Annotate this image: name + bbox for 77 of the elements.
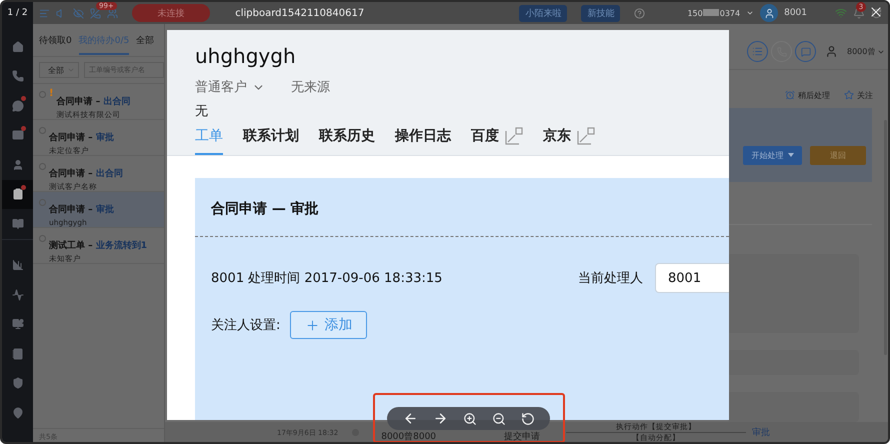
ticket-title: 合同申请 – 出合同 xyxy=(49,169,123,179)
rotate-icon xyxy=(520,412,534,426)
agent-select[interactable]: 8000曾 xyxy=(847,46,886,57)
detail-tab[interactable]: 京东 xyxy=(543,127,595,155)
action-link[interactable]: 关注 xyxy=(844,82,873,108)
handler-line: 8001 处理时间 2017-09-06 18:33:15 xyxy=(211,270,442,287)
customer-name: uhghgygh xyxy=(195,44,297,68)
refresh-icon[interactable] xyxy=(871,8,882,18)
detail-tab[interactable]: 百度 xyxy=(471,127,523,155)
customer-source: 无来源 xyxy=(291,79,330,96)
ticket-title: 测试工单 – 业务流转到1 xyxy=(49,241,148,251)
timeline-target: 审批 xyxy=(752,426,770,439)
notes-icon xyxy=(12,348,24,360)
zoom-in-icon xyxy=(462,412,476,426)
action-button[interactable]: 退回 xyxy=(810,146,866,164)
monitor-icon xyxy=(12,318,24,330)
detail-tab[interactable]: 工单 xyxy=(195,127,223,155)
chevron-icon xyxy=(746,9,754,17)
zoom-out-button[interactable] xyxy=(492,412,506,426)
timeline-operator: 8000曾8000 xyxy=(381,432,436,442)
user-icon[interactable] xyxy=(825,45,838,58)
handler-field[interactable]: 8001 xyxy=(655,263,729,293)
avatar-icon[interactable] xyxy=(760,4,778,22)
detail-tab[interactable]: 操作日志 xyxy=(395,127,451,155)
ticket-title: 合同申请 – 出合同 xyxy=(56,97,130,107)
customer-note: 无 xyxy=(195,103,209,120)
image-counter: 1 / 2 xyxy=(7,8,28,18)
detail-tab[interactable]: 联系历史 xyxy=(319,127,375,155)
list-tab[interactable]: 全部 xyxy=(136,34,154,55)
arrow-right-icon xyxy=(432,411,448,426)
user-icon xyxy=(12,158,24,171)
help-icon[interactable] xyxy=(634,8,646,18)
detail-tab[interactable]: 联系计划 xyxy=(243,127,299,155)
radio-icon[interactable] xyxy=(39,199,46,206)
promo-tag[interactable]: 小陌来啦 xyxy=(519,4,568,22)
chat-icon xyxy=(12,100,24,112)
tasks-icon xyxy=(12,188,24,200)
ticket-title: 合同申请 – 审批 xyxy=(49,133,114,143)
list-tab[interactable]: 待领取0 xyxy=(39,34,72,55)
zoom-in-button[interactable] xyxy=(462,412,476,426)
message-icon[interactable] xyxy=(795,41,816,62)
handler-label: 当前处理人 xyxy=(578,270,643,287)
action-link[interactable]: 稍后处理 xyxy=(785,82,830,108)
pulse-icon xyxy=(12,288,24,301)
clock-icon xyxy=(785,90,795,100)
previous-button[interactable] xyxy=(402,411,418,426)
caret-icon xyxy=(788,153,794,157)
status-button[interactable]: 未连接 xyxy=(132,4,210,22)
card-title: 合同申请 — 审批 xyxy=(211,200,320,218)
mail-icon xyxy=(12,129,24,142)
sidebar-item[interactable] xyxy=(2,180,33,209)
home-icon xyxy=(12,40,24,53)
urgent-mark: ! xyxy=(49,89,54,101)
book-icon xyxy=(12,218,24,230)
next-button[interactable] xyxy=(432,411,448,426)
action-button[interactable]: 开始处理 xyxy=(743,146,802,164)
ticket-title: 合同申请 – 审批 xyxy=(49,205,114,215)
zoom-out-icon xyxy=(492,412,506,426)
person-icon xyxy=(764,8,775,18)
list-icon[interactable] xyxy=(747,41,768,62)
shield-icon xyxy=(12,377,24,390)
customer-type-select[interactable]: 普通客户 xyxy=(195,78,265,96)
add-button[interactable]: 添加 xyxy=(290,311,368,339)
follower-label: 关注人设置: xyxy=(211,317,280,334)
pin-icon xyxy=(12,406,24,419)
plus-icon xyxy=(305,318,320,332)
timeline-step: 提交申请 xyxy=(504,432,540,442)
filter-select[interactable]: 全部 xyxy=(39,62,79,78)
image-title: clipboard1542110840617 xyxy=(234,8,366,18)
chart-icon xyxy=(12,259,24,272)
rotate-button[interactable] xyxy=(520,412,534,426)
user-id: 8001 xyxy=(784,8,807,18)
scrollbar[interactable] xyxy=(884,120,887,355)
promo-tag[interactable]: 新技能 xyxy=(581,4,620,22)
phone-number[interactable]: 150 0374 xyxy=(687,8,740,18)
phone-icon xyxy=(12,70,24,82)
star-icon xyxy=(844,90,854,100)
